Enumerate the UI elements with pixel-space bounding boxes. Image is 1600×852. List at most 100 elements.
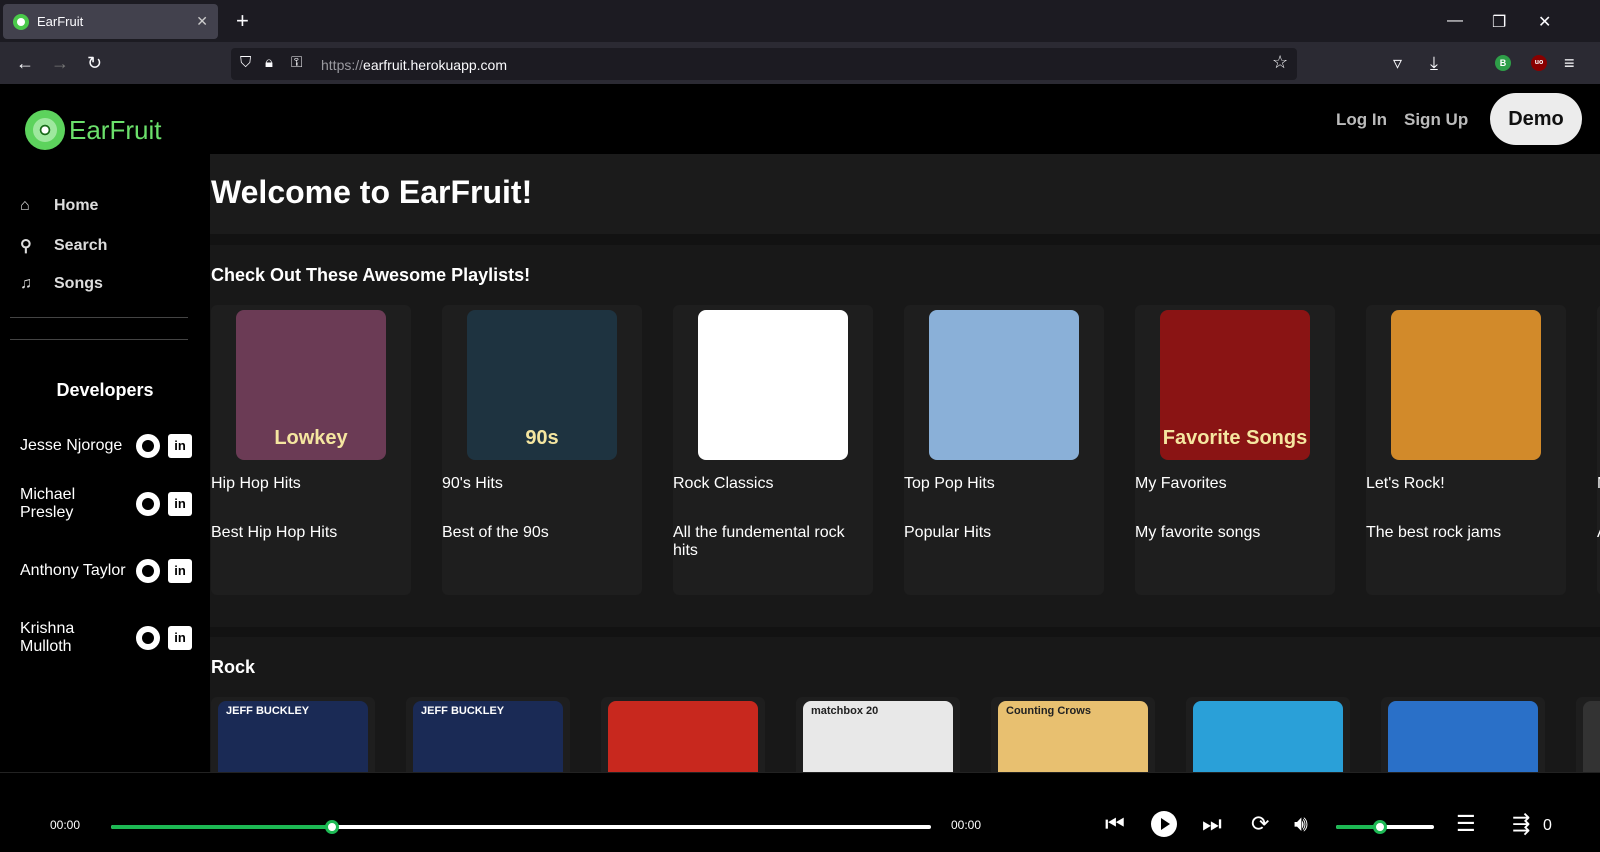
- sidebar-item-home[interactable]: ⌂ Home: [20, 197, 98, 215]
- play-button[interactable]: [1151, 811, 1177, 837]
- browser-tab-bar: EarFruit ✕ + — ❐ ✕: [0, 0, 1600, 42]
- divider: [10, 339, 188, 340]
- menu-icon[interactable]: ≡: [1564, 53, 1575, 73]
- github-icon[interactable]: [136, 626, 160, 650]
- playlist-card[interactable]: Favorite Songs My Favorites My favorite so…: [1135, 305, 1335, 595]
- music-note-icon: ♫: [20, 275, 32, 292]
- cover-text: Lowkey: [274, 427, 348, 449]
- developers-title: Developers: [56, 380, 154, 400]
- main-content: Welcome to EarFruit! Check Out These Awe…: [210, 154, 1600, 774]
- playlist-cover[interactable]: [929, 310, 1079, 460]
- signup-link[interactable]: Sign Up: [1404, 110, 1468, 130]
- back-arrow-icon[interactable]: ←: [16, 53, 34, 73]
- github-icon[interactable]: [136, 434, 160, 458]
- reload-icon[interactable]: ↻: [87, 53, 102, 73]
- playlist-name[interactable]: Let's Rock!: [1366, 475, 1566, 493]
- lock-icon[interactable]: 🔒︎: [265, 54, 273, 71]
- volume-knob[interactable]: [1373, 820, 1388, 834]
- rock-section: Rock JEFF BUCKLEY JEFF BUCKLEY matchbox 20…: [210, 637, 1600, 774]
- shield-icon[interactable]: ⛉: [240, 54, 251, 71]
- section-title: Check Out These Awesome Playlists!: [211, 265, 531, 285]
- tab-close-icon[interactable]: ✕: [196, 13, 208, 30]
- tab-title: EarFruit: [37, 14, 84, 29]
- album-cover[interactable]: JEFF BUCKLEY: [218, 701, 368, 774]
- playlist-card[interactable]: Lowkey Hip Hop Hits Best Hip Hop Hits: [211, 305, 411, 595]
- playlist-description: My favorite songs: [1135, 524, 1261, 541]
- github-icon[interactable]: [136, 492, 160, 516]
- new-tab-button[interactable]: +: [236, 10, 249, 32]
- queue-icon[interactable]: ⇶: [1512, 811, 1530, 837]
- home-icon: ⌂: [20, 197, 30, 214]
- playlist-name[interactable]: Rock Classics: [673, 475, 873, 493]
- album-card[interactable]: JEFF BUCKLEY: [211, 697, 375, 774]
- downloads-icon[interactable]: ⤓: [1430, 53, 1438, 73]
- album-cover[interactable]: Counting Crows: [998, 701, 1148, 774]
- sidebar-item-label: Songs: [54, 275, 103, 292]
- album-card[interactable]: [601, 697, 765, 774]
- playlist-card[interactable]: Let's Rock! The best rock jams: [1366, 305, 1566, 595]
- album-card[interactable]: [1381, 697, 1545, 774]
- playlist-cover[interactable]: [698, 310, 848, 460]
- ublock-icon[interactable]: uo: [1531, 55, 1547, 71]
- cover-text: Counting Crows: [1006, 705, 1091, 717]
- developer-name: Anthony Taylor: [20, 562, 126, 579]
- album-cover[interactable]: matchbox 20: [803, 701, 953, 774]
- album-cover[interactable]: [1583, 701, 1600, 774]
- forward-arrow-icon[interactable]: →: [51, 53, 69, 73]
- key-icon[interactable]: ⚿: [291, 54, 302, 71]
- developer-name: Michael Presley: [20, 486, 76, 521]
- close-window-button[interactable]: ✕: [1538, 12, 1551, 32]
- minimize-button[interactable]: —: [1447, 12, 1463, 30]
- seek-knob[interactable]: [325, 820, 340, 834]
- linkedin-icon[interactable]: in: [168, 559, 192, 583]
- album-cover[interactable]: [608, 701, 758, 774]
- playlist-icon[interactable]: ☰: [1456, 811, 1476, 837]
- login-link[interactable]: Log In: [1336, 110, 1387, 130]
- album-cover[interactable]: JEFF BUCKLEY: [413, 701, 563, 774]
- playlist-name[interactable]: Hip Hop Hits: [211, 475, 411, 493]
- playlist-description: The best rock jams: [1366, 524, 1502, 541]
- linkedin-icon[interactable]: in: [168, 626, 192, 650]
- playlist-cover[interactable]: [1391, 310, 1541, 460]
- album-card[interactable]: [1576, 697, 1600, 774]
- github-icon[interactable]: [136, 559, 160, 583]
- logo[interactable]: EarFruit: [25, 110, 161, 150]
- playlist-name[interactable]: My Favorites: [1135, 475, 1335, 493]
- linkedin-icon[interactable]: in: [168, 492, 192, 516]
- current-time: 00:00: [50, 818, 81, 832]
- cover-text: Favorite Songs: [1162, 427, 1308, 449]
- cover-text: matchbox 20: [811, 705, 879, 717]
- playlist-card[interactable]: Top Pop Hits Popular Hits: [904, 305, 1104, 595]
- album-card[interactable]: JEFF BUCKLEY: [406, 697, 570, 774]
- playlist-name[interactable]: Top Pop Hits: [904, 475, 1104, 493]
- sidebar-item-songs[interactable]: ♫ Songs: [20, 275, 103, 293]
- album-cover[interactable]: [1388, 701, 1538, 774]
- playlist-cover[interactable]: 90s: [467, 310, 617, 460]
- playlist-cover[interactable]: Lowkey: [236, 310, 386, 460]
- demo-button[interactable]: Demo: [1490, 93, 1582, 145]
- volume-icon[interactable]: 🔊︎: [1294, 811, 1308, 837]
- kiwi-logo-icon: [25, 110, 65, 150]
- album-card[interactable]: [1186, 697, 1350, 774]
- skip-next-icon[interactable]: ⏭︎: [1202, 811, 1222, 837]
- playlist-card[interactable]: 90s 90's Hits Best of the 90s: [442, 305, 642, 595]
- playlist-card[interactable]: Rock Classics All the fundemental rock hi…: [673, 305, 873, 595]
- cover-text: JEFF BUCKLEY: [226, 705, 310, 717]
- top-header: Log In Sign Up: [210, 84, 1600, 154]
- url-text[interactable]: https://earfruit.herokuapp.com: [321, 57, 507, 73]
- extension-b-icon[interactable]: B: [1495, 55, 1511, 71]
- skip-previous-icon[interactable]: ⏮︎: [1105, 811, 1125, 837]
- linkedin-icon[interactable]: in: [168, 434, 192, 458]
- sidebar-item-search[interactable]: ⚲ Search: [20, 236, 107, 256]
- playlist-name[interactable]: 90's Hits: [442, 475, 642, 493]
- restore-button[interactable]: ❐: [1492, 12, 1506, 32]
- playlist-cover[interactable]: Favorite Songs: [1160, 310, 1310, 460]
- browser-tab[interactable]: EarFruit ✕: [3, 4, 218, 39]
- developer-row: Krishna Mulloth in: [20, 618, 200, 658]
- album-card[interactable]: Counting Crows: [991, 697, 1155, 774]
- album-card[interactable]: matchbox 20: [796, 697, 960, 774]
- bookmark-star-icon[interactable]: ☆: [1272, 52, 1288, 73]
- pocket-icon[interactable]: ▿: [1393, 53, 1402, 73]
- repeat-icon[interactable]: ⟳: [1251, 811, 1269, 837]
- album-cover[interactable]: [1193, 701, 1343, 774]
